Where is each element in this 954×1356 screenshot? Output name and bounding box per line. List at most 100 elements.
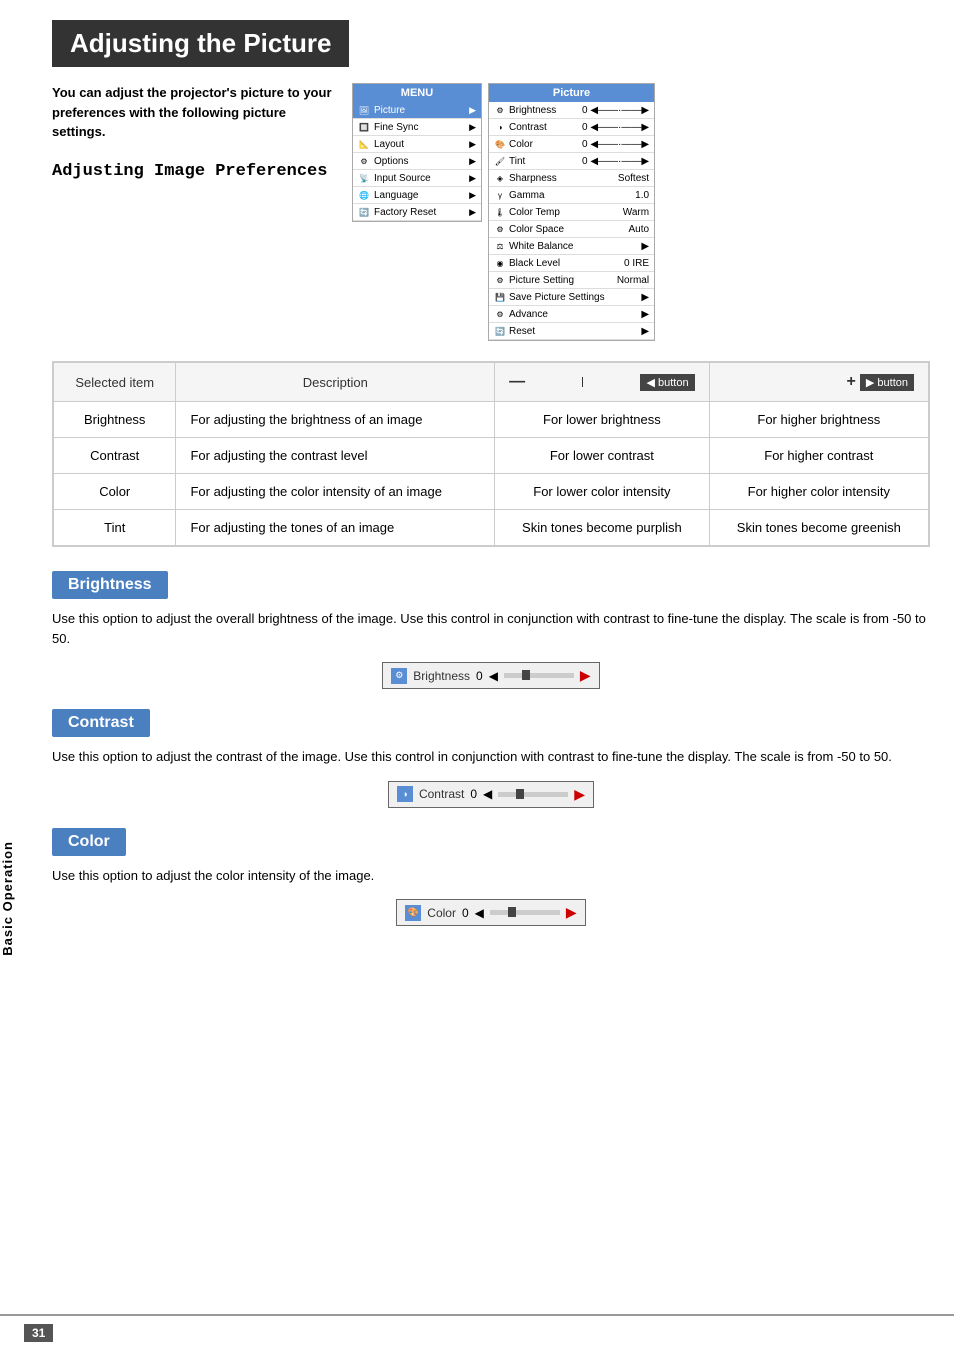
blacklevel-icon: ◉: [494, 257, 506, 269]
color-ctrl-value: 0: [462, 906, 469, 920]
row-value: Softest: [618, 173, 649, 184]
intro-paragraph: You can adjust the projector's picture t…: [52, 83, 332, 142]
table-row: Brightness For adjusting the brightness …: [54, 402, 929, 438]
picture-icon: 🖼: [358, 104, 370, 116]
input-icon: 📡: [358, 172, 370, 184]
prefs-table-section: Selected item Description — ◀ button: [52, 361, 930, 547]
color-ctrl-label: Color: [427, 906, 456, 920]
row-label: Contrast: [509, 122, 579, 133]
colorspace-icon: ⚙: [494, 223, 506, 235]
sidebar-label: Basic Operation: [0, 841, 28, 956]
row-value: Warm: [619, 207, 649, 218]
menu-item-factory[interactable]: 🔄 Factory Reset ▶: [353, 204, 481, 221]
table-cell-item: Tint: [54, 510, 176, 546]
slider-right-arrow: ▶: [574, 786, 585, 803]
table-header-row: Selected item Description — ◀ button: [54, 363, 929, 402]
brightness-ctrl-label: Brightness: [413, 669, 470, 683]
slider-right-arrow: ▶: [580, 667, 591, 684]
prefs-table: Selected item Description — ◀ button: [53, 362, 929, 546]
picture-row-colorspace: ⚙ Color Space Auto: [489, 221, 654, 238]
picture-row-advance: ⚙ Advance ▶: [489, 306, 654, 323]
brightness-section: Brightness Use this option to adjust the…: [52, 571, 930, 689]
picture-row-gamma: γ Gamma 1.0: [489, 187, 654, 204]
sidebar-strip: Basic Operation: [0, 0, 28, 1356]
menu-item-label: Factory Reset: [374, 207, 436, 218]
row-label: Black Level: [509, 258, 579, 269]
row-value: 1.0: [619, 190, 649, 201]
table-cell-minus: For lower color intensity: [495, 474, 709, 510]
contrast-ctrl-value: 0: [470, 787, 477, 801]
menu-item-language[interactable]: 🌐 Language ▶: [353, 187, 481, 204]
row-label: Reset: [509, 326, 579, 337]
arrow-right-icon: ▶: [469, 207, 476, 218]
picture-row-colortemp: 🌡 Color Temp Warm: [489, 204, 654, 221]
menu-item-layout[interactable]: 📐 Layout ▶: [353, 136, 481, 153]
arrow-right-icon: ▶: [469, 105, 476, 116]
brightness-icon: ⚙: [494, 104, 506, 116]
menu-item-finesync[interactable]: 🔲 Fine Sync ▶: [353, 119, 481, 136]
intro-text: You can adjust the projector's picture t…: [52, 83, 332, 341]
row-label: Save Picture Settings: [509, 292, 605, 303]
row-value: ▶: [619, 292, 649, 303]
row-value: 0 ◀——·——▶: [582, 139, 649, 150]
brightness-ctrl-icon: ⚙: [391, 668, 407, 684]
color-section-header: Color: [52, 828, 126, 856]
menu-item-options[interactable]: ⚙ Options ▶: [353, 153, 481, 170]
slider-right-arrow: ▶: [566, 904, 577, 921]
table-cell-item: Brightness: [54, 402, 176, 438]
color-section-body: Use this option to adjust the color inte…: [52, 866, 930, 886]
language-icon: 🌐: [358, 189, 370, 201]
picture-row-blacklevel: ◉ Black Level 0 IRE: [489, 255, 654, 272]
finesync-icon: 🔲: [358, 121, 370, 133]
table-cell-plus: For higher color intensity: [709, 474, 928, 510]
row-label: Picture Setting: [509, 275, 579, 286]
table-cell-description: For adjusting the brightness of an image: [176, 402, 495, 438]
contrast-ctrl-label: Contrast: [419, 787, 464, 801]
table-cell-description: For adjusting the tones of an image: [176, 510, 495, 546]
advance-icon: ⚙: [494, 308, 506, 320]
row-label: Color Temp: [509, 207, 579, 218]
color-section: Color Use this option to adjust the colo…: [52, 828, 930, 927]
arrow-right-icon: ▶: [469, 122, 476, 133]
slider-left-arrow: ◀: [489, 669, 498, 683]
menu-box: MENU 🖼 Picture ▶ 🔲 Fine Sync ▶ 📐 Layout: [352, 83, 482, 222]
arrow-right-icon: ▶: [469, 190, 476, 201]
menu-item-input[interactable]: 📡 Input Source ▶: [353, 170, 481, 187]
picture-row-contrast: ◑ Contrast 0 ◀——·——▶: [489, 119, 654, 136]
savepicture-icon: 💾: [494, 291, 506, 303]
layout-icon: 📐: [358, 138, 370, 150]
picture-row-reset: 🔄 Reset ▶: [489, 323, 654, 340]
gamma-icon: γ: [494, 189, 506, 201]
row-label: Tint: [509, 156, 579, 167]
adjusting-header: Adjusting Image Preferences: [52, 162, 332, 181]
menus-area: MENU 🖼 Picture ▶ 🔲 Fine Sync ▶ 📐 Layout: [352, 83, 655, 341]
row-label: Color: [509, 139, 579, 150]
bottom-line: [0, 1314, 954, 1316]
contrast-ctrl-icon: ◑: [397, 786, 413, 802]
row-label: Gamma: [509, 190, 579, 201]
factory-icon: 🔄: [358, 206, 370, 218]
row-label: Advance: [509, 309, 579, 320]
menu-item-label: Layout: [374, 139, 404, 150]
tint-icon: 🖌: [494, 155, 506, 167]
menu-item-picture[interactable]: 🖼 Picture ▶: [353, 102, 481, 119]
menu-header: MENU: [353, 84, 481, 102]
row-value: 0 IRE: [619, 258, 649, 269]
table-row: Contrast For adjusting the contrast leve…: [54, 438, 929, 474]
brightness-control: ⚙ Brightness 0 ◀ ▶: [52, 662, 930, 689]
table-cell-plus: Skin tones become greenish: [709, 510, 928, 546]
menu-item-label: Language: [374, 190, 419, 201]
picture-row-savepicture: 💾 Save Picture Settings ▶: [489, 289, 654, 306]
table-cell-item: Contrast: [54, 438, 176, 474]
picture-row-picturesetting: ⚙ Picture Setting Normal: [489, 272, 654, 289]
color-pill: 🎨 Color 0 ◀ ▶: [396, 899, 585, 926]
picturesetting-icon: ⚙: [494, 274, 506, 286]
contrast-section: Contrast Use this option to adjust the c…: [52, 709, 930, 808]
top-section: You can adjust the projector's picture t…: [52, 83, 930, 341]
arrow-right-icon: ▶: [469, 139, 476, 150]
brightness-ctrl-value: 0: [476, 669, 483, 683]
reset-icon: 🔄: [494, 325, 506, 337]
options-icon: ⚙: [358, 155, 370, 167]
row-value: 0 ◀——·——▶: [582, 156, 649, 167]
contrast-section-header: Contrast: [52, 709, 150, 737]
